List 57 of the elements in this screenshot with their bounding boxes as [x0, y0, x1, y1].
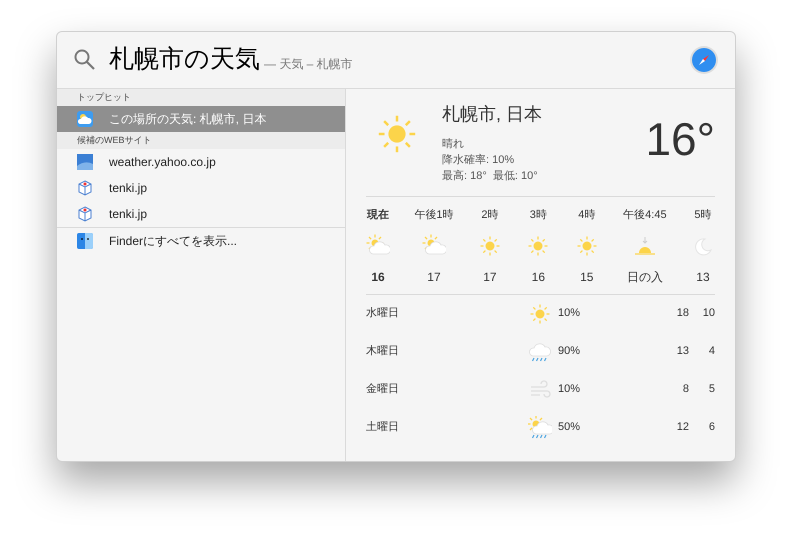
finder-item[interactable]: Finderにすべてを表示...: [57, 228, 345, 254]
day-label: 土曜日: [366, 420, 400, 436]
high-temperature: 12: [676, 420, 689, 436]
hour-temperature: 17: [427, 268, 441, 286]
sun-icon: [526, 234, 550, 258]
day-label: 水曜日: [366, 306, 400, 322]
precipitation-text: 降水確率: 10%: [442, 152, 516, 168]
precipitation-chance: 10%: [558, 306, 582, 322]
hour-label: 午後4:45: [623, 208, 667, 223]
result-item[interactable]: weather.yahoo.co.jp: [57, 149, 345, 175]
high-temperature: 13: [676, 344, 689, 360]
city-name: 札幌市, 日本: [442, 103, 544, 126]
precipitation-chance: 50%: [558, 420, 582, 436]
sun-icon: [528, 302, 552, 326]
precipitation-chance: 10%: [558, 382, 582, 398]
high-low-text: 最高: 18° 最低: 10°: [442, 168, 539, 184]
hour-temperature: 16: [532, 268, 546, 286]
compass-icon[interactable]: [689, 45, 719, 75]
hour-label: 2時: [481, 208, 498, 223]
hour-temperature: 15: [580, 268, 594, 286]
low-temperature: 10: [702, 306, 715, 322]
weather-app-icon: [77, 111, 93, 127]
cube-icon: [77, 206, 93, 222]
day-label: 木曜日: [366, 344, 400, 360]
finder-icon: [77, 233, 93, 249]
sun-icon: [574, 234, 599, 258]
high-temperature: 18: [676, 306, 689, 322]
sun-cloud-icon: [366, 234, 390, 258]
sun-icon: [478, 234, 502, 258]
section-header: 候補のWEBサイト: [57, 132, 345, 149]
hour-temperature: 16: [371, 268, 385, 286]
day-label: 金曜日: [366, 382, 400, 398]
high-temperature: 8: [682, 382, 689, 398]
hour-temperature: 13: [696, 268, 710, 286]
section-header: トップヒット: [57, 89, 345, 106]
hour-label: 現在: [367, 208, 389, 223]
hour-label: 5時: [694, 208, 712, 223]
low-temperature: 5: [708, 382, 715, 398]
search-query[interactable]: 札幌市の天気: [109, 41, 260, 79]
hour-temperature: 日の入: [626, 268, 663, 286]
sun-cloud-icon: [422, 234, 446, 258]
hour-label: 4時: [578, 208, 596, 223]
result-item[interactable]: tenki.jp: [57, 175, 345, 201]
low-temperature: 6: [708, 420, 715, 436]
hour-temperature: 17: [483, 268, 497, 286]
precipitation-chance: 90%: [558, 344, 582, 360]
search-icon: [73, 48, 97, 72]
sky-thumbnail-icon: [77, 154, 93, 170]
condition-text: 晴れ: [442, 137, 465, 152]
hour-label: 午後1時: [414, 208, 454, 223]
cube-icon: [77, 180, 93, 196]
current-temperature: 16°: [645, 112, 715, 167]
result-item[interactable]: tenki.jp: [57, 201, 345, 227]
sun-rain-cloud-icon: [528, 416, 552, 440]
search-suggestion: — 天気 – 札幌市: [264, 56, 353, 73]
hour-label: 3時: [530, 208, 547, 223]
low-temperature: 4: [708, 344, 715, 360]
